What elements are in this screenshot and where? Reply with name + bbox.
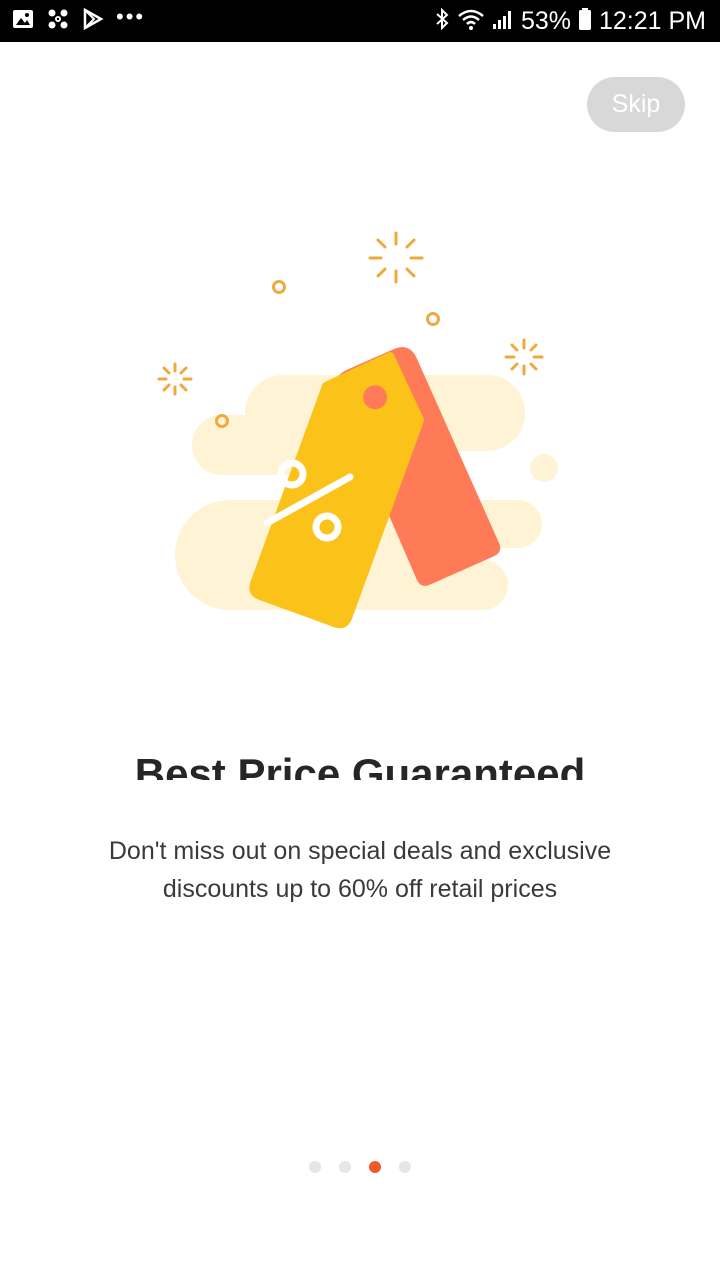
pager-dot[interactable]: [309, 1161, 321, 1173]
title-container: Best Price Guaranteed: [0, 748, 720, 780]
gallery-icon: [12, 8, 34, 35]
page-indicator: [0, 1161, 720, 1175]
status-bar: ••• 53% 12:21 PM: [0, 0, 720, 42]
skip-button[interactable]: Skip: [587, 77, 685, 132]
pager-dot[interactable]: [339, 1161, 351, 1173]
status-bar-left: •••: [12, 4, 157, 36]
battery-icon: [578, 7, 592, 36]
subtitle-line-1: Don't miss out on special deals and excl…: [108, 837, 612, 865]
pager-dot[interactable]: [369, 1161, 381, 1173]
more-notifications-icon: •••: [116, 4, 146, 29]
onboarding-screen: ••• 53% 12:21 PM Skip Best Price Guarant…: [0, 0, 720, 1280]
subtitle-line-2: discounts up to 60% off retail prices: [162, 875, 558, 903]
signal-icon: [492, 8, 514, 35]
price-tag-illustration: [140, 220, 580, 640]
fan-icon: [46, 7, 70, 36]
wifi-icon: [457, 7, 485, 36]
status-bar-right: 53% 12:21 PM: [427, 7, 706, 36]
page-subtitle: Don't miss out on special deals and excl…: [60, 832, 660, 908]
play-store-icon: [82, 7, 104, 35]
battery-percent: 53%: [520, 6, 571, 35]
bluetooth-icon: [434, 7, 450, 36]
pager-dot[interactable]: [399, 1161, 411, 1173]
page-title: Best Price Guaranteed: [134, 750, 586, 780]
clock: 12:21 PM: [598, 6, 706, 35]
